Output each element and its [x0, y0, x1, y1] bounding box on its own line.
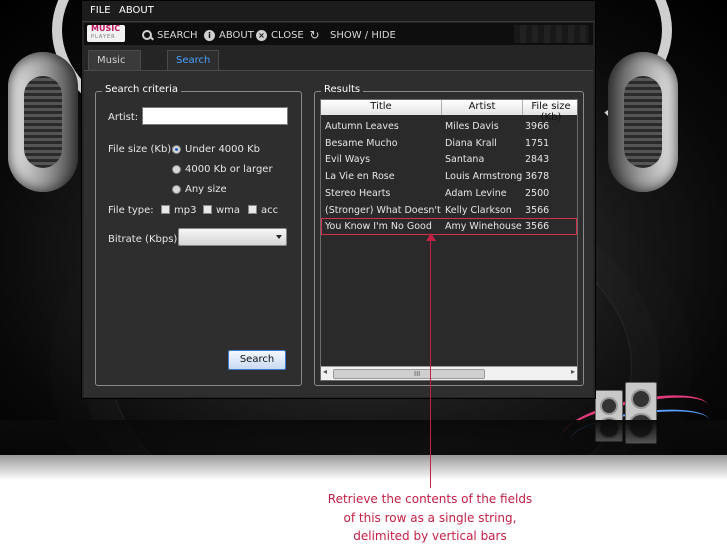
toolbar-decoration: [514, 25, 589, 43]
search-criteria-group: Search criteria Artist: File size (Kb): …: [95, 84, 302, 386]
bitrate-label: Bitrate (Kbps):: [108, 234, 181, 245]
results-grid[interactable]: Title Artist File size (Kb) Autumn Leave…: [320, 99, 578, 381]
scroll-right-arrow[interactable]: ▸: [571, 367, 575, 376]
search-toolbar-label: SEARCH: [157, 29, 198, 41]
cell-title: Stereo Hearts: [325, 187, 391, 199]
app-logo: MUSIC PLAYER: [87, 25, 125, 42]
column-header-title[interactable]: Title: [321, 101, 441, 112]
results-group: Results Title Artist File size (Kb) Autu…: [314, 84, 584, 386]
cell-title: La Vie en Rose: [325, 171, 395, 183]
table-row[interactable]: Evil Ways Santana 2843: [321, 151, 577, 168]
cell-title: Evil Ways: [325, 154, 371, 166]
file-size-4000-or-larger-radio[interactable]: [172, 165, 181, 174]
annotation-line-1: Retrieve the contents of the fields: [327, 492, 533, 506]
menu-bar: FILE ABOUT: [82, 1, 595, 22]
table-row[interactable]: (Stronger) What Doesn't K Kelly Clarkson 3…: [321, 202, 577, 219]
annotation-callout: Retrieve the contents of the fields of t…: [290, 490, 570, 546]
file-type-wma-label: wma: [216, 205, 241, 216]
table-row[interactable]: La Vie en Rose Louis Armstrong 3678: [321, 168, 577, 185]
logo-text-player: PLAYER: [91, 34, 116, 40]
search-icon: [142, 29, 153, 41]
cell-title: Besame Mucho: [325, 137, 398, 149]
file-size-under-4000-radio[interactable]: [172, 145, 181, 154]
cell-artist: Diana Krall: [445, 137, 497, 149]
toolbar: MUSIC PLAYER SEARCH i ABOUT × CLOSE ↻ SH…: [84, 23, 593, 45]
refresh-icon: ↻: [309, 27, 320, 42]
artist-label: Artist:: [108, 112, 139, 123]
close-icon: ×: [256, 29, 267, 41]
about-toolbar-label: ABOUT: [219, 29, 254, 41]
cell-file-size: 3966: [525, 121, 550, 132]
file-type-wma-checkbox[interactable]: [203, 205, 212, 214]
cell-file-size: 3566: [525, 204, 550, 216]
file-type-mp3-checkbox[interactable]: [161, 205, 170, 214]
showhide-toolbar-label: SHOW / HIDE: [330, 29, 396, 41]
cell-artist: Santana: [445, 154, 485, 166]
cell-title: Autumn Leaves: [325, 121, 399, 132]
menu-file[interactable]: FILE: [90, 5, 111, 16]
bitrate-dropdown[interactable]: [178, 228, 287, 246]
menu-about[interactable]: ABOUT: [119, 5, 154, 16]
showhide-toolbar-button[interactable]: ↻ SHOW / HIDE: [309, 27, 396, 42]
file-type-acc-label: acc: [261, 205, 279, 216]
file-size-4000-or-larger-label: 4000 Kb or larger: [185, 164, 273, 175]
results-grid-header: Title Artist File size (Kb): [321, 100, 577, 123]
results-legend: Results: [321, 84, 364, 95]
cell-file-size: 2843: [525, 154, 550, 166]
search-button[interactable]: Search: [228, 350, 286, 370]
cell-artist: Kelly Clarkson: [445, 204, 512, 216]
file-size-any-label: Any size: [185, 184, 227, 195]
search-criteria-legend: Search criteria: [102, 84, 182, 95]
file-size-under-4000-label: Under 4000 Kb: [185, 144, 260, 155]
table-row-highlighted[interactable]: You Know I'm No Good Amy Winehouse 3566: [321, 218, 577, 236]
scroll-left-arrow[interactable]: ◂: [323, 367, 327, 376]
annotation-line-2: of this row as a single string,: [343, 510, 517, 525]
annotation-pointer-line: [430, 240, 431, 488]
headphone-left-cup: [8, 52, 78, 192]
annotation-arrowhead: [426, 233, 436, 241]
file-type-acc-checkbox[interactable]: [248, 205, 257, 214]
logo-text-music: MUSIC: [91, 24, 121, 33]
close-toolbar-button[interactable]: × CLOSE: [256, 28, 304, 42]
close-toolbar-label: CLOSE: [271, 29, 304, 41]
scroll-thumb[interactable]: III: [333, 369, 485, 379]
file-type-label: File type:: [108, 205, 154, 216]
cell-artist: Louis Armstrong: [445, 171, 523, 183]
cell-file-size: 3678: [525, 171, 550, 183]
cell-artist: Amy Winehouse: [445, 221, 522, 233]
file-type-mp3-label: mp3: [174, 205, 197, 216]
about-toolbar-button[interactable]: i ABOUT: [204, 28, 254, 42]
scroll-grip: III: [414, 370, 421, 378]
headphone-right-cup: [608, 52, 678, 192]
background-fade: [0, 420, 727, 480]
search-toolbar-button[interactable]: SEARCH: [142, 28, 197, 42]
cell-artist: Miles Davis: [445, 121, 499, 132]
tab-music-library[interactable]: Music Library: [88, 50, 141, 86]
info-icon: i: [204, 29, 215, 41]
column-header-artist[interactable]: Artist: [442, 101, 522, 112]
cell-file-size: 1751: [525, 137, 550, 149]
file-size-any-radio[interactable]: [172, 185, 181, 194]
cell-title: You Know I'm No Good: [325, 221, 432, 233]
cell-file-size: 3566: [525, 221, 550, 233]
table-row[interactable]: Stereo Hearts Adam Levine 2500: [321, 185, 577, 202]
search-tab-content: Search criteria Artist: File size (Kb): …: [84, 70, 593, 397]
artist-input[interactable]: [142, 107, 288, 125]
tab-search[interactable]: Search: [167, 50, 220, 70]
cell-file-size: 2500: [525, 187, 550, 199]
cell-title: (Stronger) What Doesn't K: [325, 204, 441, 216]
cell-artist: Adam Levine: [445, 187, 507, 199]
music-player-window: FILE ABOUT MUSIC PLAYER SEARCH i ABOUT ×…: [81, 0, 596, 399]
file-size-label: File size (Kb):: [108, 144, 175, 155]
annotation-line-3: delimited by vertical bars: [353, 529, 507, 543]
table-row[interactable]: Autumn Leaves Miles Davis 3966: [321, 118, 577, 135]
horizontal-scrollbar[interactable]: ◂ III ▸: [321, 366, 577, 380]
chevron-down-icon: [276, 235, 282, 239]
table-row[interactable]: Besame Mucho Diana Krall 1751: [321, 135, 577, 152]
